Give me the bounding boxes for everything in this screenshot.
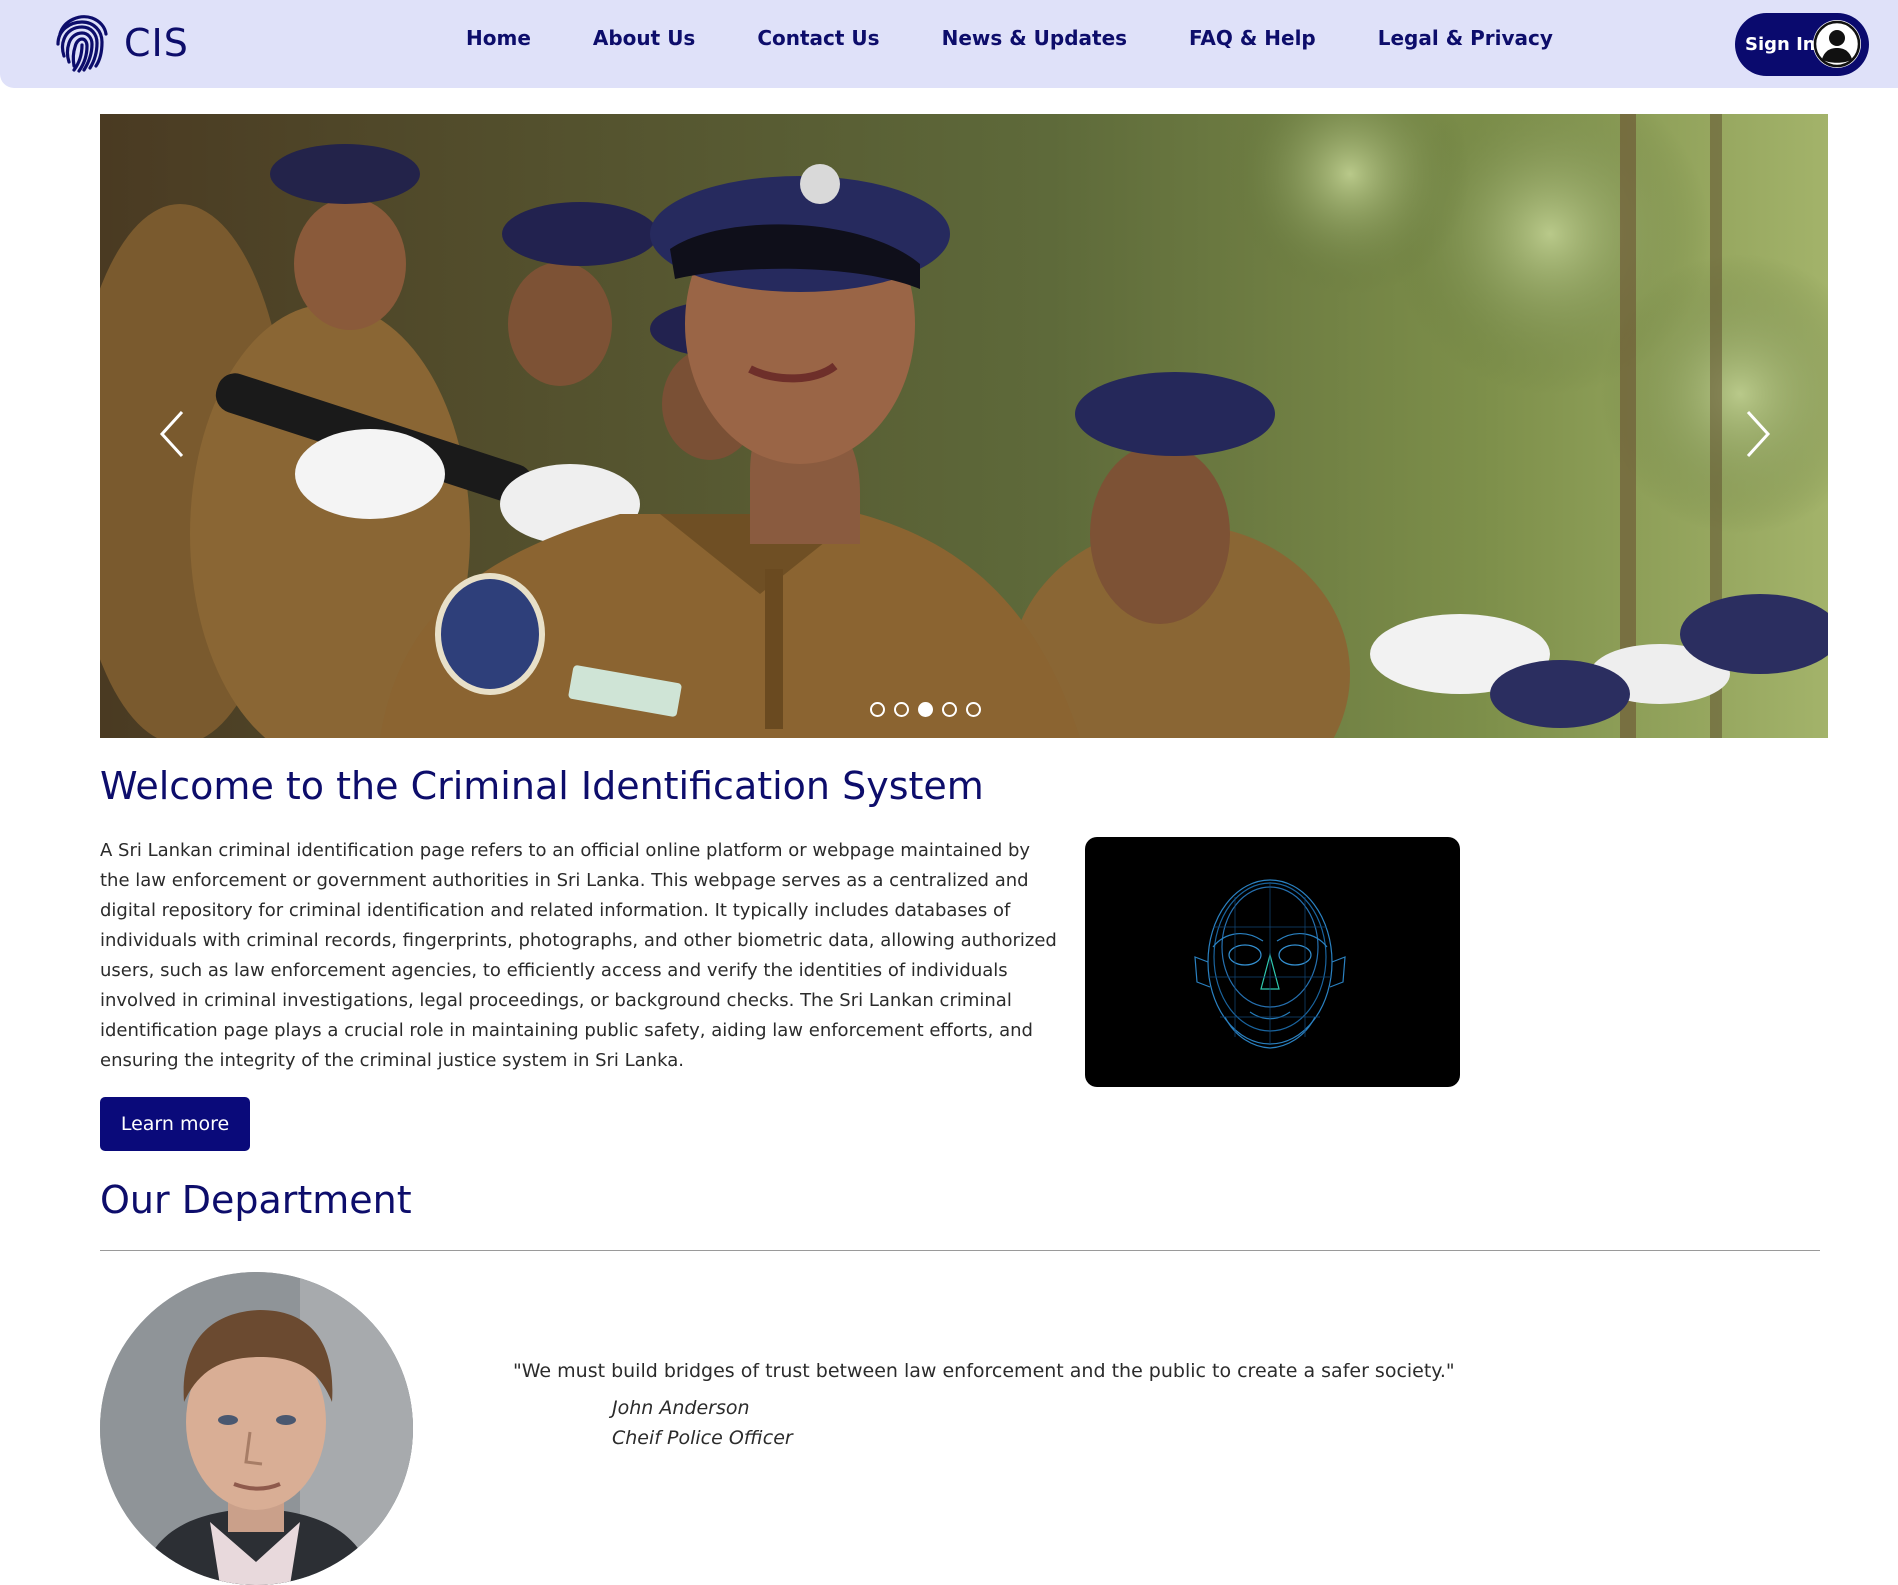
carousel-indicators <box>870 702 990 717</box>
chevron-left-icon <box>159 410 184 458</box>
officer-portrait-photo <box>100 1272 413 1585</box>
welcome-title: Welcome to the Criminal Identification S… <box>100 764 984 808</box>
nav-legal-privacy[interactable]: Legal & Privacy <box>1378 26 1553 50</box>
hero-carousel[interactable] <box>100 114 1828 738</box>
fingerprint-icon <box>56 15 108 73</box>
sign-in-button[interactable]: Sign In <box>1735 13 1869 76</box>
carousel-indicator-dot[interactable] <box>942 702 957 717</box>
department-quote: "We must build bridges of trust between … <box>513 1360 1455 1382</box>
nav-home[interactable]: Home <box>466 26 531 50</box>
chevron-right-icon <box>1746 410 1771 458</box>
quote-author-role: Cheif Police Officer <box>612 1427 793 1449</box>
brand-logo[interactable]: CIS <box>54 12 189 74</box>
nav-news-updates[interactable]: News & Updates <box>942 26 1127 50</box>
brand-name: CIS <box>124 21 189 65</box>
carousel-next-button[interactable] <box>1738 404 1778 464</box>
carousel-indicator-dot[interactable] <box>918 702 933 717</box>
quote-author-name: John Anderson <box>612 1397 750 1419</box>
welcome-description: A Sri Lankan criminal identification pag… <box>100 840 1057 1071</box>
main-nav: Home About Us Contact Us News & Updates … <box>466 26 1553 50</box>
department-title: Our Department <box>100 1178 412 1222</box>
user-avatar-icon <box>1813 20 1861 68</box>
carousel-indicator-dot[interactable] <box>870 702 885 717</box>
site-header: CIS Home About Us Contact Us News & Upda… <box>0 0 1898 88</box>
digital-face-scan-image <box>1085 837 1460 1087</box>
nav-contact-us[interactable]: Contact Us <box>757 26 879 50</box>
carousel-indicator-dot[interactable] <box>966 702 981 717</box>
sign-in-label: Sign In <box>1745 34 1816 55</box>
nav-faq-help[interactable]: FAQ & Help <box>1189 26 1316 50</box>
police-officers-parade-photo <box>100 114 1828 738</box>
learn-more-button[interactable]: Learn more <box>100 1097 250 1151</box>
carousel-indicator-dot[interactable] <box>894 702 909 717</box>
nav-about-us[interactable]: About Us <box>593 26 695 50</box>
carousel-prev-button[interactable] <box>152 404 192 464</box>
section-divider <box>100 1250 1820 1251</box>
